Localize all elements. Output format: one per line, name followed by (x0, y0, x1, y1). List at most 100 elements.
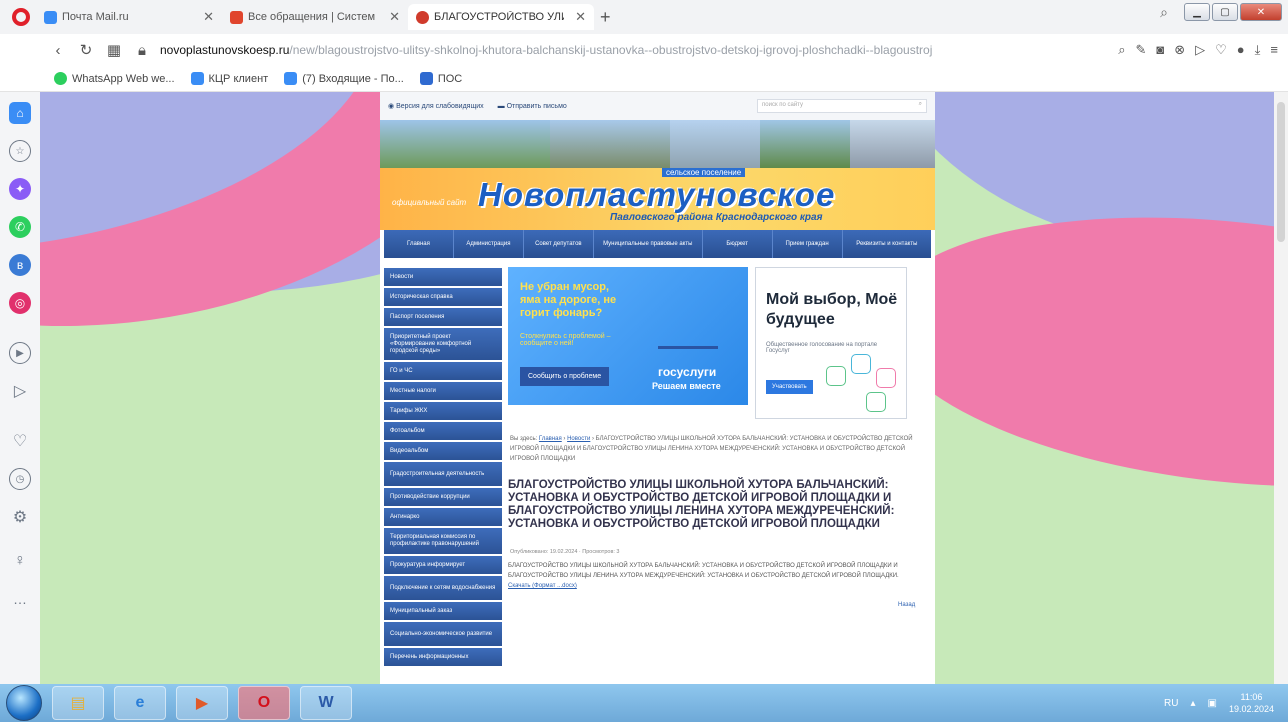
back-link[interactable]: Назад (898, 602, 915, 608)
camera-icon[interactable]: ◙ (1156, 42, 1164, 58)
left-menu-item[interactable]: Историческая справка (384, 288, 502, 308)
tab-search-icon[interactable]: ⌕ (1160, 4, 1168, 21)
close-window-button[interactable]: ✕ (1240, 3, 1282, 21)
search-placeholder: поиск по сайту (762, 102, 803, 108)
opera-menu-button[interactable] (6, 2, 36, 32)
left-menu-item[interactable]: Территориальная комиссия по профилактике… (384, 528, 502, 556)
left-menu-item[interactable]: Местные налоги (384, 382, 502, 402)
tab-mail[interactable]: Почта Mail.ru ✕ (36, 4, 222, 30)
home-icon[interactable]: ⌂ (9, 102, 31, 124)
nav-budget[interactable]: Бюджет (703, 230, 773, 258)
low-vision-link[interactable]: ◉ Версия для слабовидящих (388, 102, 484, 110)
tab-requests[interactable]: Все обращения | Систем ✕ (222, 4, 408, 30)
nav-contacts[interactable]: Реквизиты и контакты (843, 230, 931, 258)
heart-icon[interactable]: ♡ (1215, 42, 1227, 58)
page-scrollbar[interactable] (1274, 92, 1288, 684)
explorer-icon[interactable]: ▤ (52, 686, 104, 720)
back-icon[interactable]: ‹ (44, 42, 72, 59)
left-menu-item[interactable]: Антинарко (384, 508, 502, 528)
banner-photo-monument (550, 120, 670, 168)
left-menu-item[interactable]: Социально-экономическое развитие (384, 622, 502, 648)
vote-hex-icon (876, 368, 896, 388)
breadcrumb-news[interactable]: Новости (567, 436, 590, 442)
left-menu-item[interactable]: Прокуратура информирует (384, 556, 502, 576)
network-icon[interactable]: ▣ (1208, 698, 1217, 709)
left-menu-item[interactable]: Фотоальбом (384, 422, 502, 442)
mail-icon (284, 72, 298, 85)
whatsapp-icon[interactable]: ✆ (9, 216, 31, 238)
nav-administration[interactable]: Администрация (454, 230, 524, 258)
tips-icon[interactable]: ♀ (9, 550, 31, 572)
menu-icon[interactable]: ≡ (1270, 42, 1278, 58)
history-icon[interactable]: ◷ (9, 468, 31, 490)
url-field[interactable]: novoplastunovskoesp.ru/new/blagoustrojst… (160, 43, 1118, 57)
word-icon[interactable]: W (300, 686, 352, 720)
nav-reception[interactable]: Прием граждан (773, 230, 843, 258)
search-icon[interactable]: ⌕ (1118, 42, 1125, 58)
ie-icon[interactable]: e (114, 686, 166, 720)
search-icon[interactable]: ⌕ (919, 101, 922, 108)
whatsapp-icon (54, 72, 67, 85)
vk-icon[interactable]: в (9, 254, 31, 276)
reload-icon[interactable]: ↻ (72, 41, 100, 59)
vote-hex-icon (866, 392, 886, 412)
left-menu-item[interactable]: Градостроительная деятельность (384, 462, 502, 488)
left-menu-item[interactable]: Противодействие коррупции (384, 488, 502, 508)
download-icon[interactable]: ⤓ (1255, 42, 1261, 58)
bookmark-inbox[interactable]: (7) Входящие - По... (284, 72, 404, 85)
report-problem-button[interactable]: Сообщить о проблеме (520, 367, 610, 386)
star-icon[interactable]: ☆ (9, 140, 31, 162)
flow-icon[interactable]: ▷ (9, 380, 31, 402)
profile-icon[interactable]: ● (1237, 42, 1245, 58)
settings-icon[interactable]: ⚙ (9, 506, 31, 528)
close-icon[interactable]: ✕ (389, 9, 400, 25)
tray-arrow-icon[interactable]: ▴ (1190, 698, 1195, 709)
speed-dial-icon[interactable]: ▦ (100, 41, 128, 59)
messenger-icon[interactable]: ✦ (9, 178, 31, 200)
left-menu-item[interactable]: Тарифы ЖКХ (384, 402, 502, 422)
bookmark-pos[interactable]: ПОС (419, 72, 462, 85)
scrollbar-thumb[interactable] (1277, 102, 1285, 242)
close-icon[interactable]: ✕ (575, 9, 586, 25)
edit-icon[interactable]: ✎ (1135, 42, 1146, 58)
nav-home[interactable]: Главная (384, 230, 454, 258)
block-icon[interactable]: ⊗ (1174, 42, 1185, 58)
article-title: БЛАГОУСТРОЙСТВО УЛИЦЫ ШКОЛЬНОЙ ХУТОРА БА… (508, 479, 895, 530)
favorites-icon[interactable]: ♡ (9, 430, 31, 452)
nav-legal-acts[interactable]: Муниципальные правовые акты (594, 230, 703, 258)
clock[interactable]: 11:06 19.02.2024 (1229, 691, 1274, 715)
promo-report-problem[interactable]: Не убран мусор, яма на дороге, не горит … (508, 267, 748, 405)
tab-article[interactable]: БЛАГОУСТРОЙСТВО УЛИ ✕ (408, 4, 594, 30)
left-menu-item[interactable]: Приоритетный проект «Формирование комфор… (384, 328, 502, 362)
left-menu-item[interactable]: Новости (384, 268, 502, 288)
minimize-button[interactable]: ▁ (1184, 3, 1210, 21)
instagram-icon[interactable]: ◎ (9, 292, 31, 314)
windows-taskbar: ▤ e ▶ O W RU ▴ ▣ 11:06 19.02.2024 (0, 684, 1288, 722)
left-menu-item[interactable]: Муниципальный заказ (384, 602, 502, 622)
language-indicator[interactable]: RU (1164, 698, 1178, 709)
left-menu-item[interactable]: ГО и ЧС (384, 362, 502, 382)
media-player-icon[interactable]: ▶ (176, 686, 228, 720)
send-icon[interactable]: ▷ (1195, 42, 1205, 58)
banner-region-label: Павловского района Краснодарского края (610, 212, 823, 223)
bookmark-kcr[interactable]: КЦР клиент (190, 72, 268, 85)
left-menu-item[interactable]: Видеоальбом (384, 442, 502, 462)
start-button[interactable] (6, 685, 42, 721)
left-menu-item[interactable]: Паспорт поселения (384, 308, 502, 328)
site-search-input[interactable]: поиск по сайту ⌕ (757, 99, 927, 113)
opera-taskbar-icon[interactable]: O (238, 686, 290, 720)
player-icon[interactable]: ▶ (9, 342, 31, 364)
left-menu-item[interactable]: Перечень информационных (384, 648, 502, 668)
nav-council[interactable]: Совет депутатов (524, 230, 594, 258)
promo-vote[interactable]: Мой выбор, Моё будущее Общественное голо… (755, 267, 907, 419)
new-tab-button[interactable]: + (600, 7, 611, 28)
send-letter-link[interactable]: ▬ Отправить письмо (498, 103, 567, 110)
close-icon[interactable]: ✕ (203, 9, 214, 25)
participate-button[interactable]: Участвовать (766, 380, 813, 394)
more-icon[interactable]: … (9, 588, 31, 610)
download-link[interactable]: Скачать (Формат ...docx) (508, 583, 577, 589)
breadcrumb-home[interactable]: Главная (539, 436, 562, 442)
maximize-button[interactable]: ▢ (1212, 3, 1238, 21)
bookmark-whatsapp[interactable]: WhatsApp Web we... (54, 72, 175, 85)
left-menu-item[interactable]: Подключение к сетям водоснабжения (384, 576, 502, 602)
